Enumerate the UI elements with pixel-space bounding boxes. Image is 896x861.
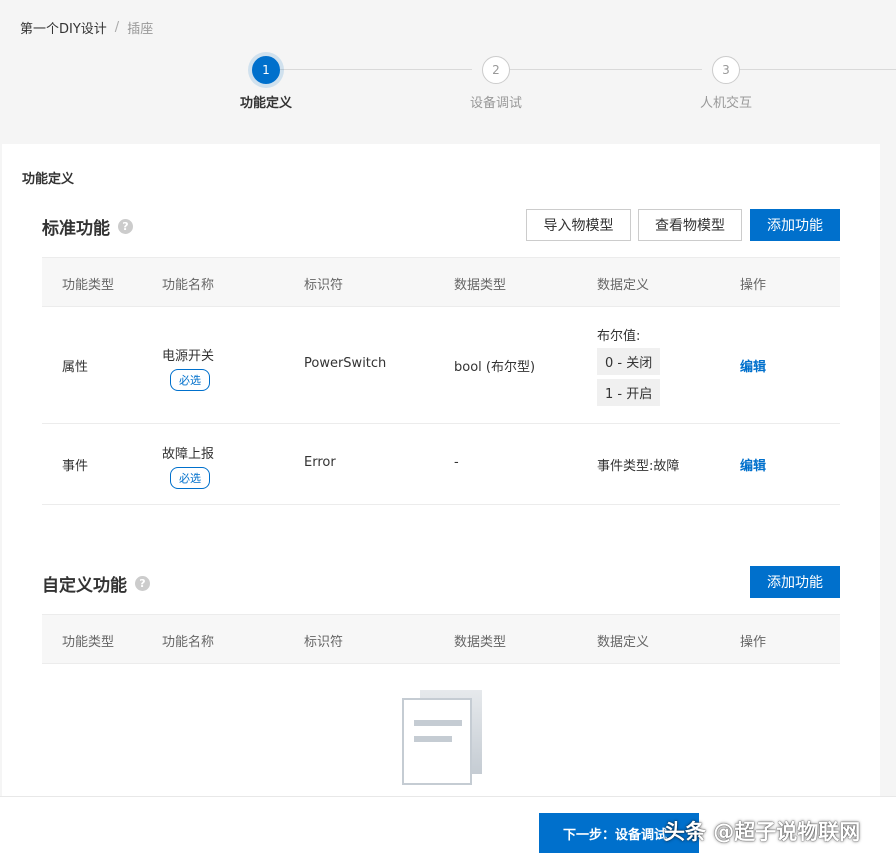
watermark: 头条 @超子说物联网 [664, 820, 861, 844]
column-header: 数据类型 [454, 635, 507, 650]
required-badge: 必选 [170, 369, 210, 391]
step-2-label: 设备调试 [469, 96, 523, 111]
add-standard-function-button[interactable]: 添加功能 [750, 209, 840, 241]
edit-link[interactable]: 编辑 [740, 455, 766, 474]
column-header: 标识符 [304, 635, 344, 650]
step-connector [740, 69, 896, 70]
custom-section-header: 自定义功能 ? [42, 571, 150, 596]
table-row: 事件 故障上报 必选 Error - 事件类型:故障 编辑 [42, 424, 840, 505]
column-header: 数据类型 [454, 278, 507, 293]
cell-identifier: PowerSwitch [304, 356, 387, 371]
column-header: 操作 [740, 278, 767, 293]
definition-value-tag: 1 - 开启 [597, 379, 661, 406]
view-model-button[interactable]: 查看物模型 [638, 209, 742, 241]
step-connector [280, 69, 472, 70]
step-3-label: 人机交互 [699, 96, 753, 111]
custom-section-title: 自定义功能 [42, 576, 127, 596]
custom-function-table: 功能类型 功能名称 标识符 数据类型 数据定义 操作 [42, 614, 840, 664]
definition-title: 布尔值: [597, 329, 641, 344]
breadcrumb: 第一个DIY设计 / 插座 [20, 18, 153, 37]
edit-link[interactable]: 编辑 [740, 356, 766, 375]
function-definition-card: 功能定义 标准功能 ? 导入物模型 查看物模型 添加功能 功能类型 功能名称 标… [2, 144, 880, 804]
standard-function-table: 功能类型 功能名称 标识符 数据类型 数据定义 操作 属性 电源开关 必选 Po… [42, 257, 840, 505]
question-circle-icon[interactable]: ? [118, 219, 133, 234]
column-header: 功能名称 [162, 635, 215, 650]
breadcrumb-current: 插座 [127, 22, 154, 37]
table-row: 属性 电源开关 必选 PowerSwitch bool (布尔型) 布尔值: 0… [42, 307, 840, 424]
required-badge: 必选 [170, 467, 210, 489]
cell-identifier: Error [304, 455, 336, 470]
column-header: 数据定义 [597, 635, 650, 650]
add-custom-function-button[interactable]: 添加功能 [750, 566, 840, 598]
cell-function-name: 电源开关 必选 [162, 345, 214, 391]
definition-value-tag: 0 - 关闭 [597, 348, 661, 375]
question-circle-icon[interactable]: ? [135, 576, 150, 591]
column-header: 数据定义 [597, 278, 650, 293]
cell-data-type: bool (布尔型) [454, 360, 536, 375]
empty-document-icon [402, 690, 484, 785]
column-header: 功能名称 [162, 278, 215, 293]
column-header: 标识符 [304, 278, 344, 293]
import-model-button[interactable]: 导入物模型 [526, 209, 631, 241]
cell-function-type: 属性 [62, 360, 89, 375]
standard-section-header: 标准功能 ? [42, 214, 133, 239]
step-1-label: 功能定义 [239, 96, 293, 111]
standard-section-title: 标准功能 [42, 219, 110, 239]
function-name-text: 故障上报 [162, 447, 215, 462]
table-header: 功能类型 功能名称 标识符 数据类型 数据定义 操作 [42, 614, 840, 664]
cell-data-type: - [454, 455, 459, 470]
breadcrumb-root[interactable]: 第一个DIY设计 [20, 18, 107, 37]
step-3-indicator: 3 [712, 56, 740, 84]
function-name-text: 电源开关 [162, 349, 215, 364]
step-progress: 1 功能定义 2 设备调试 3 人机交互 [0, 56, 896, 116]
card-title: 功能定义 [22, 172, 75, 187]
cell-data-definition: 布尔值: 0 - 关闭 1 - 开启 [597, 325, 661, 406]
step-connector [510, 69, 702, 70]
step-1-indicator: 1 [252, 56, 280, 84]
breadcrumb-separator: / [114, 20, 120, 35]
column-header: 操作 [740, 635, 767, 650]
table-header: 功能类型 功能名称 标识符 数据类型 数据定义 操作 [42, 257, 840, 307]
cell-function-type: 事件 [62, 459, 89, 474]
column-header: 功能类型 [62, 635, 115, 650]
step-2-indicator: 2 [482, 56, 510, 84]
cell-data-definition: 事件类型:故障 [597, 459, 680, 474]
column-header: 功能类型 [62, 278, 115, 293]
cell-function-name: 故障上报 必选 [162, 443, 214, 489]
